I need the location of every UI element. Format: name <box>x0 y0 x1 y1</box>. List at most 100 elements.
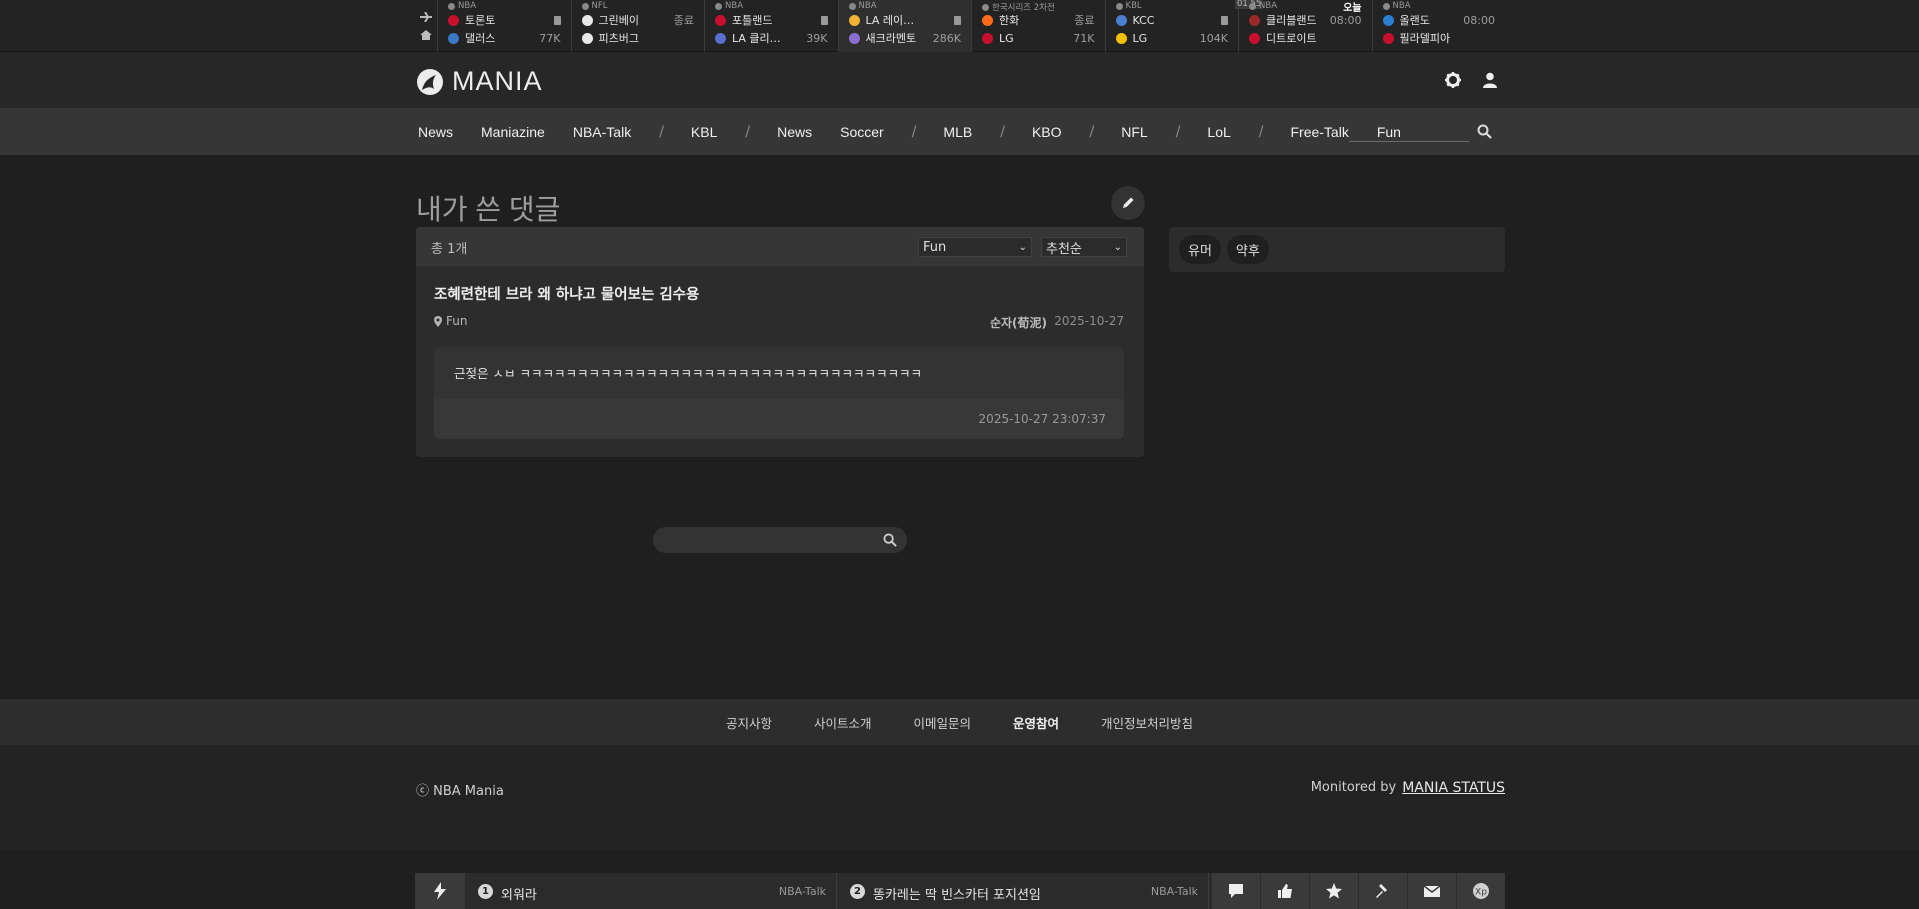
team-row: LG 104K <box>1115 30 1228 46</box>
nav-item[interactable]: LoL <box>1207 124 1230 140</box>
game-card[interactable]: NBA LA 레이… 새크라멘토 286K <box>837 0 971 52</box>
comment-search-input[interactable] <box>653 527 907 553</box>
gear-icon[interactable] <box>1444 71 1462 89</box>
game-card[interactable]: 한국시리즈 2차전 한화 종료 LG 71K <box>971 0 1105 52</box>
mania-logo-icon <box>417 68 443 95</box>
nav-search-input[interactable] <box>1349 120 1469 142</box>
home-icon[interactable] <box>420 30 432 40</box>
mail-icon[interactable] <box>1407 873 1456 909</box>
game-league: NFL <box>581 1 607 11</box>
team-logo-icon <box>982 32 993 44</box>
hot-post-title: 똥카레는 딱 빈스카터 포지션임 <box>873 888 1041 903</box>
game-card[interactable]: NBA 토론토 댈러스 77K <box>437 0 571 52</box>
nav-item[interactable]: Maniazine <box>481 124 545 140</box>
footer-link[interactable]: 공지사항 <box>726 713 772 732</box>
xp-icon[interactable]: Xp <box>1456 873 1505 909</box>
tag-chip[interactable]: 유머 <box>1179 235 1221 264</box>
nav-items: News Maniazine NBA-Talk / KBL / News Soccer / MLB… <box>418 108 1429 155</box>
game-card[interactable]: 01 55 오늘 NBA 클리블랜드 08:00 디트로이트 <box>1235 0 1372 52</box>
site-logo[interactable]: MANIA <box>416 66 543 97</box>
game-stat: 39K <box>806 31 828 45</box>
comment-text: 근젖은 ㅅㅂ ㅋㅋㅋㅋㅋㅋㅋㅋㅋㅋㅋㅋㅋㅋㅋㅋㅋㅋㅋㅋㅋㅋㅋㅋㅋㅋㅋㅋㅋㅋㅋㅋㅋ… <box>454 366 922 381</box>
trash-icon[interactable] <box>954 15 961 25</box>
plane-icon[interactable] <box>420 12 432 22</box>
nav-item[interactable]: Soccer <box>840 124 884 140</box>
chevron-down-icon: ⌄ <box>1113 241 1122 253</box>
post-author[interactable]: 순자(荀泥) <box>990 314 1047 331</box>
hot-post-board: NBA-Talk <box>778 885 826 898</box>
game-stat: 71K <box>1073 31 1095 45</box>
nav-item[interactable]: MLB <box>943 124 972 140</box>
location-pin-icon <box>434 315 442 327</box>
ticker-icons: Xp <box>1211 873 1505 909</box>
footer-link[interactable]: 이메일문의 <box>913 713 971 732</box>
game-stat: 08:00 <box>1329 13 1362 27</box>
game-league: NBA <box>715 1 743 11</box>
team-logo-icon <box>448 14 459 26</box>
bolt-icon[interactable] <box>415 873 465 909</box>
game-card[interactable]: NBA 포틀랜드 LA 클리… 39K <box>704 0 838 52</box>
search-icon[interactable] <box>1477 124 1492 139</box>
game-card[interactable]: KBL KCC LG 104K <box>1104 0 1239 52</box>
monitored-label: Monitored by <box>1310 780 1397 795</box>
mania-status-link[interactable]: MANIA STATUS <box>1402 780 1505 796</box>
copyright: ⓒ NBA Mania <box>416 784 504 799</box>
nav-separator: / <box>1258 123 1264 140</box>
user-icon[interactable] <box>1481 71 1499 89</box>
chat-icon[interactable] <box>1211 873 1260 909</box>
nav-item[interactable]: KBL <box>691 124 717 140</box>
search-icon[interactable] <box>883 533 897 547</box>
team-logo-icon <box>581 14 593 26</box>
hot-post-item[interactable]: 2 똥카레는 딱 빈스카터 포지션임 NBA-Talk <box>837 873 1209 909</box>
team-row: 새크라멘토 286K <box>848 30 961 46</box>
nav-separator: / <box>745 123 751 140</box>
board-filter-select[interactable]: Fun ⌄ <box>918 237 1032 257</box>
footer-link[interactable]: 운영참여 <box>1013 713 1059 732</box>
edit-button[interactable] <box>1111 186 1145 220</box>
team-logo-icon <box>715 32 726 44</box>
tag-chip[interactable]: 약후 <box>1226 235 1269 264</box>
team-logo-icon <box>982 14 993 26</box>
nav-item[interactable]: News <box>777 124 812 140</box>
trash-icon[interactable] <box>820 15 828 25</box>
sort-select[interactable]: 추천순 ⌄ <box>1041 237 1127 257</box>
games-list: NBA 토론토 댈러스 77K NFL 그린베이 종료 피츠버그 NBA 포틀랜… <box>437 0 1505 52</box>
nav-item[interactable]: News <box>418 124 453 140</box>
team-row: 디트로이트 <box>1249 30 1362 46</box>
trash-icon[interactable] <box>553 15 561 25</box>
nav-item[interactable]: KBO <box>1032 124 1062 140</box>
thumbs-up-icon[interactable] <box>1260 873 1309 909</box>
chevron-down-icon: ⌄ <box>1018 241 1027 253</box>
nav-item[interactable]: NBA-Talk <box>573 124 631 140</box>
hot-post-item[interactable]: 1 외워라 NBA-Talk <box>465 873 837 909</box>
footer-link[interactable]: 개인정보처리방침 <box>1101 713 1193 732</box>
comment-box: 근젖은 ㅅㅂ ㅋㅋㅋㅋㅋㅋㅋㅋㅋㅋㅋㅋㅋㅋㅋㅋㅋㅋㅋㅋㅋㅋㅋㅋㅋㅋㅋㅋㅋㅋㅋㅋㅋ… <box>434 347 1124 439</box>
star-icon[interactable] <box>1309 873 1358 909</box>
game-card[interactable]: NFL 그린베이 종료 피츠버그 <box>570 0 705 52</box>
game-league-label: NBA <box>1259 1 1278 11</box>
team-row: 필라델피아 <box>1382 30 1496 46</box>
team-name: LG <box>999 31 1014 45</box>
trash-icon[interactable] <box>1221 15 1228 25</box>
post-title-link[interactable]: 조혜련한테 브라 왜 하냐고 물어보는 김수용 <box>434 283 699 304</box>
team-logo-icon <box>1249 14 1260 26</box>
team-row: 토론토 <box>448 12 561 28</box>
comment-footer: 2025-10-27 23:07:37 <box>434 399 1124 439</box>
team-row: 클리블랜드 08:00 <box>1249 12 1362 28</box>
nav-item[interactable]: Free-Talk <box>1290 124 1348 140</box>
hammer-icon[interactable] <box>1358 873 1407 909</box>
pencil-icon <box>1123 197 1134 208</box>
footer-link[interactable]: 사이트소개 <box>814 713 872 732</box>
rank-badge: 1 <box>478 884 493 899</box>
rank-badge: 2 <box>850 884 865 899</box>
team-logo-icon <box>1382 32 1394 44</box>
game-league-label: NBA <box>1392 1 1411 11</box>
nav-item[interactable]: NFL <box>1121 124 1147 140</box>
nav-separator: / <box>911 123 917 140</box>
team-name: 디트로이트 <box>1266 32 1317 45</box>
game-card[interactable]: NBA 올랜도 08:00 필라델피아 <box>1371 0 1506 52</box>
team-name: 댈러스 <box>465 32 496 45</box>
post-board-label: Fun <box>446 314 468 328</box>
footer-links: 공지사항 사이트소개 이메일문의 운영참여 개인정보처리방침 <box>0 699 1919 745</box>
post-board[interactable]: Fun <box>434 314 467 328</box>
